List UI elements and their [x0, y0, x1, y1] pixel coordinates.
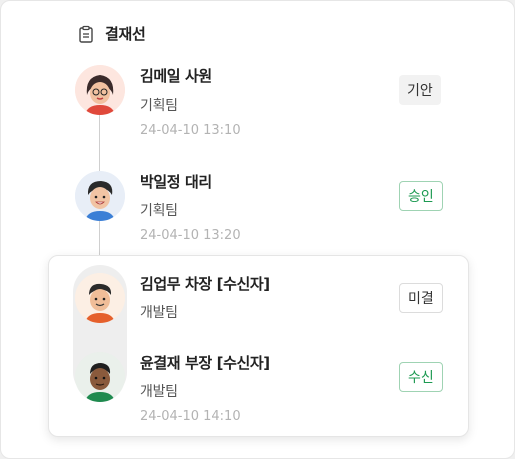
approval-line-card: 결재선 김메일 사원 기획팀 24-04-10 13:10 기안 박일정 대리 … [0, 0, 515, 459]
approver-name: 김메일 사원 [140, 67, 212, 85]
avatar [75, 65, 125, 115]
approver-time: 24-04-10 13:10 [140, 123, 241, 138]
receiver-dept: 개발팀 [140, 384, 178, 400]
status-badge: 기안 [399, 75, 441, 105]
status-badge: 수신 [399, 362, 443, 392]
approver-dept: 기획팀 [140, 98, 178, 114]
receiver-dept: 개발팀 [140, 305, 178, 321]
approval-line-header: 결재선 [77, 23, 146, 44]
receiver-name: 윤결재 부장 [수신자] [140, 354, 270, 372]
status-badge: 미결 [399, 283, 443, 313]
avatar [75, 352, 125, 402]
status-badge: 승인 [399, 181, 443, 211]
receiver-name: 김업무 차장 [수신자] [140, 275, 270, 293]
receiver-time: 24-04-10 14:10 [140, 409, 241, 424]
approver-name: 박일정 대리 [140, 173, 212, 191]
approval-line-title: 결재선 [105, 25, 146, 43]
avatar [75, 273, 125, 323]
approver-time: 24-04-10 13:20 [140, 228, 241, 243]
approver-dept: 기획팀 [140, 203, 178, 219]
avatar [75, 171, 125, 221]
clipboard-icon [77, 25, 95, 43]
